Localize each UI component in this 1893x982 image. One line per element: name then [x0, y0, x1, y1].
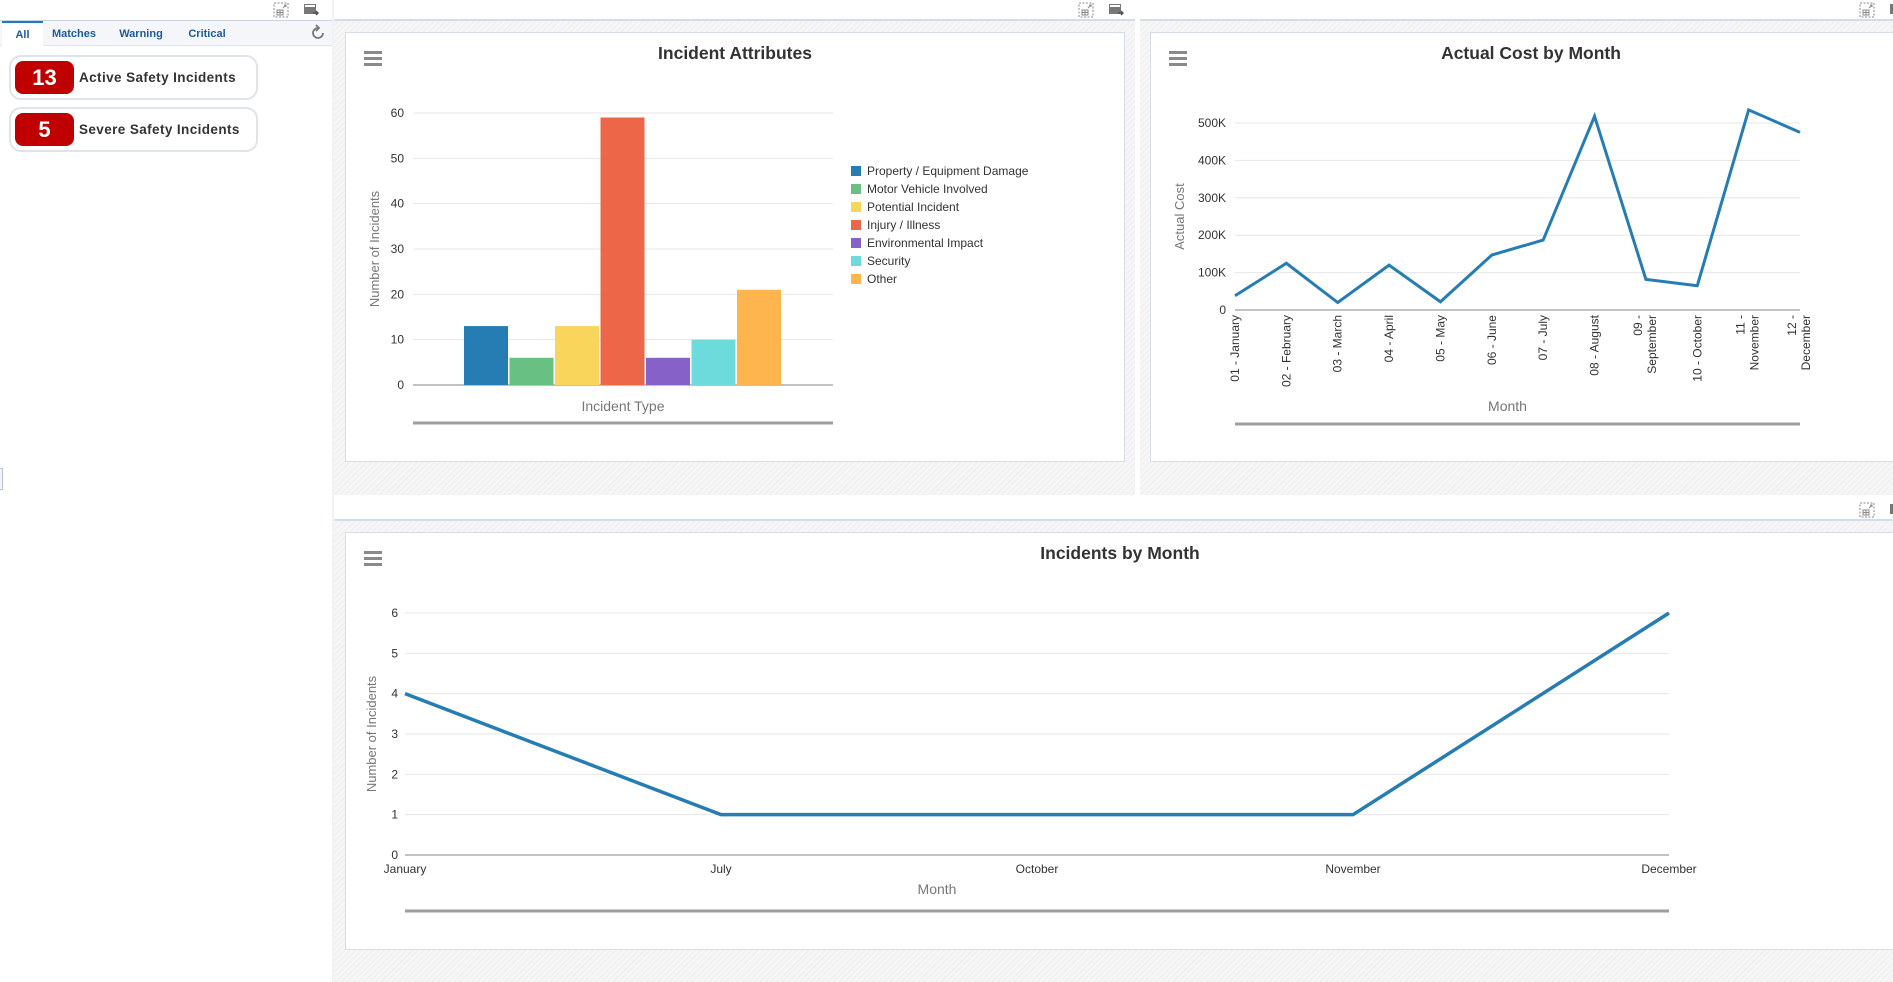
y-axis-title: Actual Cost	[1172, 183, 1187, 250]
y-tick-label: 3	[391, 727, 398, 741]
y-tick-label: 2	[391, 767, 398, 781]
legend-swatch	[851, 184, 861, 194]
incidents-by-month-chart: 0 1 2 3 4 5 6 January July October November Decembe…	[364, 606, 1697, 913]
actual-cost-card: Actual Cost by Month 0 100K 200K 300K 400K 50…	[1150, 32, 1893, 462]
y-tick-label: 5	[391, 646, 398, 660]
legend-label: Security	[867, 254, 910, 268]
x-tick-label: 10 - October	[1690, 315, 1704, 382]
x-tick-label: July	[710, 862, 731, 876]
kpi-count-badge: 13	[15, 61, 74, 94]
maximize-grid-icon[interactable]	[1859, 2, 1875, 18]
legend-label: Injury / Illness	[867, 218, 940, 232]
bar-property-equipment-damage	[464, 326, 508, 385]
y-tick-label: 300K	[1198, 191, 1226, 205]
x-tick-label: 04 - April	[1382, 315, 1396, 362]
tab-matches[interactable]: Matches	[46, 21, 102, 47]
bar-security	[691, 339, 736, 385]
legend-swatch	[851, 274, 861, 284]
x-tick-label: 12 -December	[1785, 315, 1813, 370]
series-line	[1234, 107, 1801, 305]
x-axis-title: Incident Type	[581, 398, 664, 414]
export-table-icon[interactable]	[1108, 2, 1124, 18]
maximize-grid-icon[interactable]	[273, 2, 289, 18]
x-tick-label: 07 - July	[1536, 315, 1550, 360]
legend-label: Environmental Impact	[867, 236, 984, 250]
x-tick-label: November	[1325, 862, 1380, 876]
y-tick-label: 6	[391, 606, 398, 620]
y-tick-label: 500K	[1198, 116, 1226, 130]
y-tick-label: 0	[397, 378, 404, 392]
x-tick-label: 08 - August	[1588, 314, 1602, 375]
y-tick-label: 50	[391, 151, 405, 165]
filter-tabs: All Matches Warning Critical	[0, 20, 332, 48]
legend-swatch	[851, 238, 861, 248]
x-tick-label: 06 - June	[1485, 315, 1499, 365]
y-tick-label: 30	[391, 242, 405, 256]
actual-cost-chart: 0 100K 200K 300K 400K 500K 01 - January 02 - Fe…	[1172, 107, 1813, 426]
left-toolbar	[0, 0, 332, 20]
bar-motor-vehicle-involved	[509, 357, 554, 385]
y-tick-label: 10	[391, 333, 405, 347]
incidents-by-month-card: Incidents by Month 0 1 2 3 4 5 6 January July Oct…	[345, 532, 1893, 950]
incident-attributes-chart: 0 10 20 30 40 50 60 Incident Type Number of Inci…	[367, 106, 1029, 425]
legend-label: Motor Vehicle Involved	[867, 182, 988, 196]
x-tick-label: 01 - January	[1228, 315, 1242, 382]
export-table-icon[interactable]	[1889, 502, 1893, 518]
refresh-icon[interactable]	[308, 23, 328, 43]
x-tick-label: January	[384, 862, 427, 876]
kpi-label: Active Safety Incidents	[79, 70, 237, 85]
kpi-label: Severe Safety Incidents	[79, 122, 240, 137]
export-table-icon[interactable]	[303, 2, 319, 18]
legend-swatch	[851, 256, 861, 266]
kpi-severe-safety-incidents[interactable]: 5 Severe Safety Incidents	[9, 107, 258, 152]
x-tick-label: 11 -November	[1734, 315, 1762, 370]
kpi-active-safety-incidents[interactable]: 13 Active Safety Incidents	[9, 55, 258, 100]
maximize-grid-icon[interactable]	[1859, 502, 1875, 518]
y-axis-title: Number of Incidents	[364, 675, 379, 792]
tab-warning[interactable]: Warning	[112, 21, 170, 47]
y-tick-label: 200K	[1198, 228, 1226, 242]
x-tick-label: October	[1016, 862, 1059, 876]
bar-environmental-impact	[646, 357, 690, 385]
y-tick-label: 0	[1219, 303, 1226, 317]
kpi-count-badge: 5	[15, 113, 74, 146]
bar-potential-incident	[555, 326, 599, 385]
export-table-icon[interactable]	[1889, 2, 1893, 18]
x-axis-title: Month	[1488, 398, 1527, 414]
x-tick-label: 03 - March	[1331, 315, 1345, 372]
actual-cost-pane: Actual Cost by Month 0 100K 200K 300K 400K 50…	[1140, 19, 1893, 495]
y-tick-label: 4	[391, 687, 398, 701]
incidents-by-month-pane: Incidents by Month 0 1 2 3 4 5 6 January July Oct…	[334, 519, 1893, 982]
bar-other	[737, 289, 781, 385]
x-tick-label: December	[1641, 862, 1696, 876]
y-tick-label: 40	[391, 197, 405, 211]
y-tick-label: 100K	[1198, 266, 1226, 280]
bar-injury-illness	[600, 117, 645, 386]
y-tick-label: 20	[391, 287, 405, 301]
y-axis-title: Number of Incidents	[367, 190, 382, 307]
legend-label: Other	[867, 272, 897, 286]
y-tick-label: 400K	[1198, 153, 1226, 167]
series-line	[404, 611, 1670, 817]
legend-swatch	[851, 202, 861, 212]
x-axis-title: Month	[918, 881, 957, 897]
legend-label: Property / Equipment Damage	[867, 164, 1029, 178]
incident-attributes-pane: Incident Attributes 0 10 20 30 40 50 60 Inciden…	[334, 19, 1135, 495]
tab-all[interactable]: All	[2, 21, 43, 48]
y-tick-label: 60	[391, 106, 405, 120]
maximize-grid-icon[interactable]	[1078, 2, 1094, 18]
incident-attributes-card: Incident Attributes 0 10 20 30 40 50 60 Inciden…	[345, 32, 1125, 462]
left-panel: All Matches Warning Critical 13 Active S…	[0, 0, 332, 982]
collapse-panel-handle[interactable]	[0, 468, 3, 490]
x-tick-label: 02 - February	[1279, 315, 1293, 387]
x-tick-label: 09 -September	[1631, 315, 1659, 374]
x-tick-label: 05 - May	[1433, 315, 1447, 362]
legend-swatch	[851, 220, 861, 230]
y-tick-label: 0	[391, 848, 398, 862]
y-tick-label: 1	[391, 808, 398, 822]
legend-swatch	[851, 166, 861, 176]
tab-critical[interactable]: Critical	[180, 21, 234, 47]
legend-label: Potential Incident	[867, 200, 960, 214]
